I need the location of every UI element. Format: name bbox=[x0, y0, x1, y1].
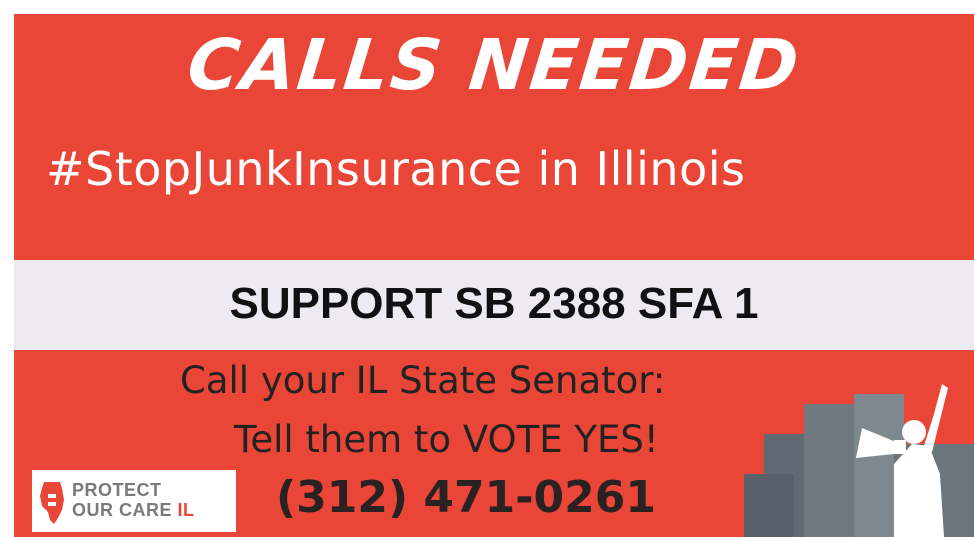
protect-our-care-logo: PROTECT OUR CARE IL bbox=[32, 470, 236, 532]
hashtag: #StopJunkInsurance in Illinois bbox=[46, 142, 746, 196]
headline: CALLS NEEDED bbox=[183, 24, 805, 106]
protester-megaphone-icon bbox=[744, 374, 974, 537]
logo-line1: PROTECT bbox=[72, 480, 162, 500]
vote-yes-text: Tell them to VOTE YES! bbox=[234, 418, 659, 461]
logo-suffix: IL bbox=[177, 500, 195, 520]
phone-number: (312) 471-0261 bbox=[276, 472, 656, 523]
bill-support-text: SUPPORT SB 2388 SFA 1 bbox=[229, 279, 759, 328]
call-senator-text: Call your IL State Senator: bbox=[180, 359, 666, 402]
logo-line2: OUR CARE bbox=[72, 500, 173, 520]
illinois-state-icon bbox=[38, 480, 68, 530]
flyer-panel: CALLS NEEDED #StopJunkInsurance in Illin… bbox=[14, 14, 974, 537]
